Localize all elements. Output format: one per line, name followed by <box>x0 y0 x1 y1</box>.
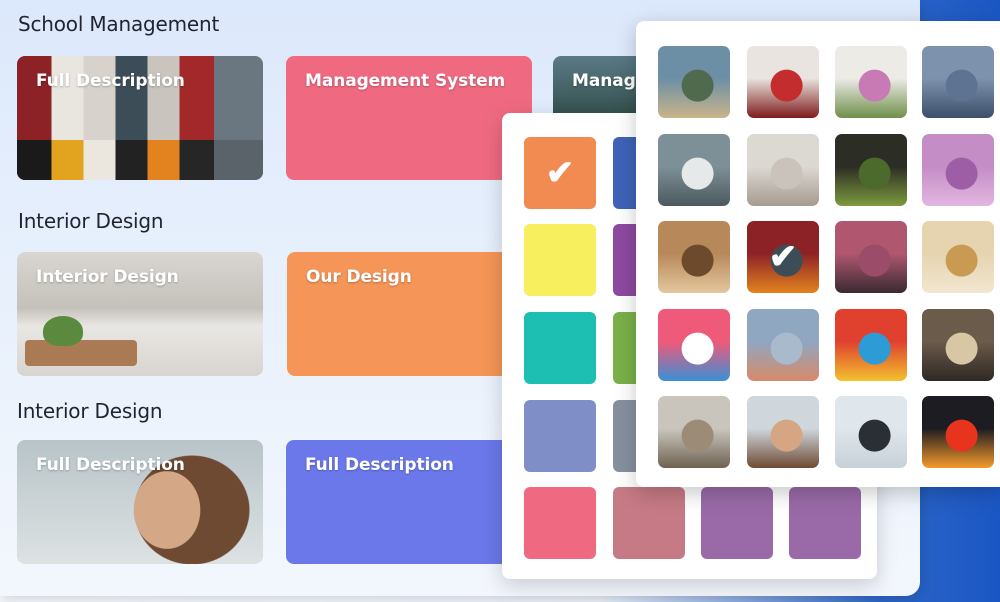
red-car-thumbnail[interactable] <box>922 396 994 468</box>
tile-full-description-lockers[interactable]: Full Description <box>17 56 263 180</box>
color-swatch[interactable] <box>524 312 596 384</box>
tile-our-design[interactable]: Our Design <box>287 252 533 376</box>
colorful-abstract-thumbnail[interactable] <box>835 309 907 381</box>
water-surface-thumbnail[interactable] <box>922 46 994 118</box>
tile-label: Full Description <box>36 71 185 91</box>
tile-label: Interior Design <box>36 267 179 287</box>
tile-label: Full Description <box>305 455 454 475</box>
cartoon-woman-thumbnail[interactable] <box>658 309 730 381</box>
hot-air-balloon-thumbnail[interactable] <box>747 309 819 381</box>
color-swatch[interactable] <box>524 487 596 559</box>
green-plant-thumbnail[interactable] <box>835 134 907 206</box>
color-swatch[interactable] <box>613 487 685 559</box>
tile-full-description-blue[interactable]: Full Description <box>286 440 532 564</box>
kitchen-interior-thumbnail[interactable] <box>747 134 819 206</box>
purple-fabric-thumbnail[interactable] <box>922 134 994 206</box>
color-swatch[interactable] <box>524 400 596 472</box>
checkmark-icon: ✔ <box>545 154 575 192</box>
tile-label: Our Design <box>306 267 412 287</box>
tile-full-description-portrait[interactable]: Full Description <box>17 440 263 564</box>
earbuds-thumbnail[interactable] <box>835 396 907 468</box>
tile-management-system[interactable]: Management System <box>286 56 532 180</box>
checkmark-icon: ✔ <box>768 238 798 276</box>
tile-interior-design[interactable]: Interior Design <box>17 252 263 376</box>
image-picker-panel: ✔ <box>636 21 1000 487</box>
flower-vase-thumbnail[interactable] <box>835 46 907 118</box>
color-swatch[interactable] <box>789 487 861 559</box>
birds-sky-thumbnail[interactable] <box>835 221 907 293</box>
colosseum-thumbnail[interactable] <box>658 396 730 468</box>
red-flower-thumbnail[interactable] <box>747 46 819 118</box>
section-title-interior-design-2: Interior Design <box>17 399 163 423</box>
white-truck-thumbnail[interactable] <box>658 134 730 206</box>
globe-thumbnail[interactable] <box>922 221 994 293</box>
vintage-car-thumbnail[interactable] <box>922 309 994 381</box>
woman-portrait-thumbnail[interactable] <box>747 396 819 468</box>
section-title-interior-design: Interior Design <box>18 209 164 233</box>
bread-loaf-thumbnail[interactable] <box>658 221 730 293</box>
mountain-lake-thumbnail[interactable] <box>658 46 730 118</box>
color-swatch[interactable] <box>701 487 773 559</box>
lockers-thumbnail[interactable]: ✔ <box>747 221 819 293</box>
color-swatch[interactable]: ✔ <box>524 137 596 209</box>
section-title-school-management: School Management <box>18 12 220 36</box>
tile-label: Management System <box>305 71 506 91</box>
tile-label: Full Description <box>36 455 185 475</box>
color-swatch[interactable] <box>524 224 596 296</box>
